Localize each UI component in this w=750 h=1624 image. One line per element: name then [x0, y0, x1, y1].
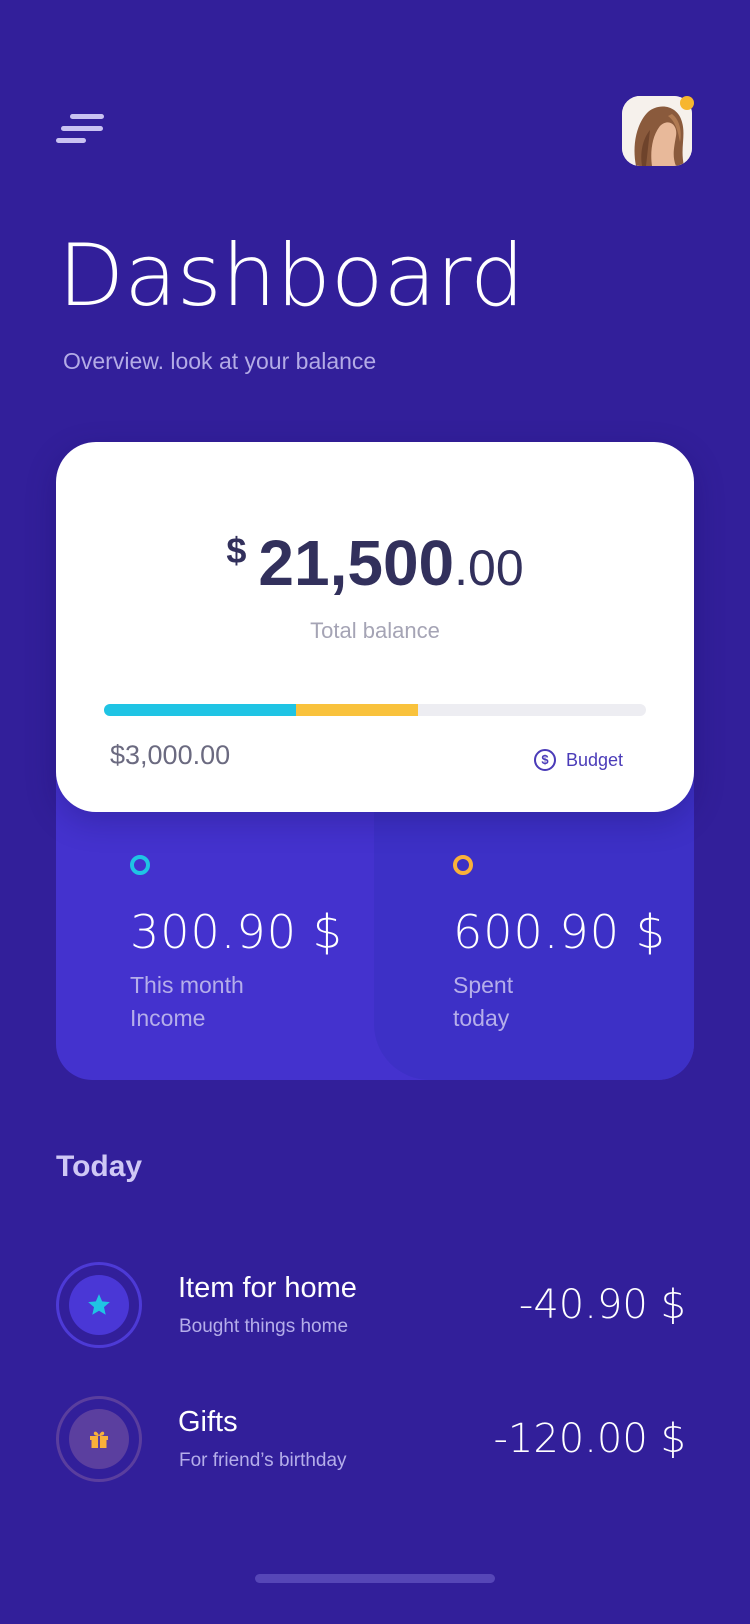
transaction-subtitle: For friend’s birthday — [179, 1450, 347, 1471]
avatar[interactable] — [622, 96, 694, 166]
transaction-icon-bg — [69, 1275, 129, 1335]
total-balance-label: Total balance — [310, 618, 440, 643]
amount-cents: .00 — [454, 540, 524, 596]
income-dot-icon — [130, 855, 150, 875]
transaction-subtitle: Bought things home — [179, 1316, 349, 1337]
gift-icon — [90, 1431, 108, 1448]
income-label-line2: Income — [130, 1005, 206, 1031]
notification-dot — [680, 96, 694, 110]
total-balance-amount: $21,500.00 — [56, 526, 694, 600]
page-title: Dashboard — [58, 226, 525, 326]
income-stat[interactable]: 300.90 $ This month Income — [130, 855, 342, 1031]
transaction-amount: -120.00 $ — [493, 1416, 686, 1462]
budget-amount: $3,000.00 — [110, 740, 231, 770]
star-icon — [88, 1294, 110, 1315]
transaction-icon-bg — [69, 1409, 129, 1469]
dollar-circle-icon: $ — [534, 749, 556, 771]
spent-stat[interactable]: 600.90 $ Spent today — [453, 855, 665, 1031]
progress-income-segment — [104, 704, 296, 716]
spent-value: 600.90 $ — [453, 905, 666, 959]
budget-button[interactable]: $ Budget — [534, 749, 623, 771]
balance-card[interactable]: $21,500.00 Total balance $3,000.00 $ Bud… — [56, 442, 694, 812]
spent-dot-icon — [453, 855, 473, 875]
spent-label-line2: today — [453, 1005, 510, 1031]
transaction-title: Item for home — [178, 1272, 357, 1304]
currency-symbol: $ — [226, 530, 247, 571]
spent-label: Spent today — [453, 969, 513, 1035]
transaction-row[interactable]: Gifts For friend’s birthday -120.00 $ — [56, 1396, 694, 1486]
menu-line — [70, 114, 104, 119]
today-section-title: Today — [56, 1150, 143, 1183]
menu-icon[interactable] — [56, 114, 106, 150]
income-label-line1: This month — [130, 972, 244, 998]
menu-line — [56, 138, 86, 143]
amount-main: 21,500 — [258, 527, 455, 599]
menu-line — [61, 126, 103, 131]
page-subtitle: Overview. look at your balance — [63, 348, 377, 374]
transaction-icon-ring — [56, 1396, 142, 1482]
home-indicator[interactable] — [255, 1574, 495, 1583]
budget-progress-bar — [104, 704, 646, 716]
spent-label-line1: Spent — [453, 972, 514, 998]
transaction-icon-ring — [56, 1262, 142, 1348]
income-value: 300.90 $ — [130, 905, 343, 959]
transaction-amount: -40.90 $ — [518, 1282, 686, 1328]
budget-label: Budget — [566, 749, 624, 770]
transaction-row[interactable]: Item for home Bought things home -40.90 … — [56, 1262, 694, 1352]
progress-spent-segment — [296, 704, 418, 716]
transaction-title: Gifts — [178, 1406, 238, 1438]
income-label: This month Income — [130, 969, 244, 1035]
